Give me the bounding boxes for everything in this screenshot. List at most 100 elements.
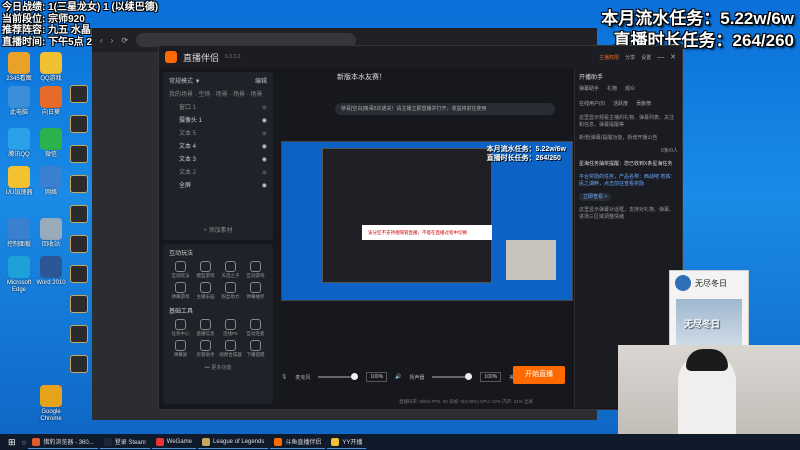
mic-percent[interactable]: 100% [366, 372, 388, 382]
lol-icon[interactable] [70, 175, 88, 193]
desktop-shortcut[interactable]: 2345看图 [2, 52, 36, 83]
tool-label: 互动游戏 [246, 273, 265, 278]
speaker-percent[interactable]: 100% [480, 372, 502, 382]
tab-online-users[interactable]: 在线用户(0) [579, 100, 605, 107]
basic-tool[interactable]: 互动连麦 [244, 319, 267, 337]
source-item[interactable]: 文本 2 ◉ [169, 167, 267, 180]
tool-icon [250, 261, 261, 272]
taskbar-item[interactable]: YY开播 [327, 435, 367, 449]
source-item[interactable]: 全屏 ◉ [169, 180, 267, 193]
close-icon[interactable]: ✕ [670, 53, 676, 61]
source-item[interactable]: 窗口 1 ◉ [169, 102, 267, 115]
interact-tool[interactable]: 天选之子 [219, 261, 242, 279]
lol-icon[interactable] [70, 325, 88, 343]
view-now-button[interactable]: 立即查看 > [579, 193, 612, 201]
tab-activity[interactable]: 活跃度 [613, 100, 628, 107]
desktop-shortcut[interactable]: 腾讯QQ [2, 128, 36, 159]
source-item[interactable]: 文本 5 ◉ [169, 128, 267, 141]
taskbar-item[interactable]: 登录 Steam [99, 435, 150, 449]
basic-tool[interactable]: 房管助手 [194, 340, 217, 358]
lol-icon[interactable] [70, 265, 88, 283]
speaker-slider-knob[interactable] [465, 373, 473, 380]
interact-tool[interactable]: 模型游戏 [194, 261, 217, 279]
mic-icon[interactable]: 🎙 [281, 374, 287, 380]
desktop-shortcut[interactable]: 回收站 [34, 218, 68, 249]
search-icon[interactable]: ○ [22, 438, 27, 447]
visibility-icon[interactable]: ◉ [262, 102, 267, 115]
desktop-shortcut[interactable]: Google Chrome [34, 385, 68, 423]
settings-button[interactable]: 设置 [641, 54, 651, 61]
host-permission-button[interactable]: 主播权限 [599, 54, 619, 61]
back-icon[interactable]: ‹ [100, 36, 103, 45]
visibility-icon[interactable]: ◉ [262, 167, 267, 180]
speaker-slider[interactable] [432, 373, 473, 380]
basic-tool[interactable]: 视频合成器 [219, 340, 242, 358]
lol-icon[interactable] [70, 295, 88, 313]
tab-gift[interactable]: 礼物 [607, 85, 617, 92]
lol-icon[interactable] [70, 145, 88, 163]
lol-icon[interactable] [70, 355, 88, 373]
desktop-shortcut[interactable]: 向日葵 [34, 86, 68, 117]
start-stream-button[interactable]: 开始直播 [513, 366, 565, 384]
basic-tool[interactable]: 连线PK [219, 319, 242, 337]
app-icon [8, 256, 30, 278]
visibility-icon[interactable]: ◉ [262, 154, 267, 167]
interact-tool[interactable]: 弹幕抽奖 [244, 282, 267, 300]
desktop-shortcut[interactable]: 微信 [34, 128, 68, 159]
more-features-button[interactable]: ••• 更多功能 [169, 364, 267, 371]
lol-icon[interactable] [70, 205, 88, 223]
basic-tool[interactable]: 任务中心 [169, 319, 192, 337]
mic-slider[interactable] [318, 373, 359, 380]
basic-tool[interactable]: 弹幕屏 [169, 340, 192, 358]
taskbar-item[interactable]: 猎豹浏览器 - 360... [28, 435, 98, 449]
scene-tabs[interactable]: 我的场景 · 空场 · 场景 · 场景 · 场景 [169, 89, 267, 102]
scene-panel: 常规模式 ▼ 编辑 我的场景 · 空场 · 场景 · 场景 · 场景 窗口 1 ◉… [163, 72, 273, 240]
speaker-icon[interactable]: 🔊 [395, 374, 401, 380]
lol-icon[interactable] [70, 85, 88, 103]
desktop-shortcut[interactable]: 网络 [34, 166, 68, 197]
interact-tool[interactable]: 弹幕游戏 [169, 282, 192, 300]
visibility-icon[interactable]: ◉ [262, 180, 267, 193]
desktop-shortcut[interactable]: QQ游戏 [34, 52, 68, 83]
edit-button[interactable]: 编辑 [255, 76, 267, 89]
taskbar-item[interactable]: 斗鱼直播伴侣 [270, 435, 326, 449]
taskbar-item[interactable]: League of Legends [198, 435, 269, 449]
tab-contribution[interactable]: 贡献榜 [636, 100, 651, 107]
lol-icon[interactable] [70, 115, 88, 133]
tool-label: 粉丝助力 [221, 294, 240, 299]
visibility-icon[interactable]: ◉ [262, 128, 267, 141]
mic-slider-knob[interactable] [351, 373, 359, 380]
interact-tool[interactable]: 粉丝助力 [219, 282, 242, 300]
stream-title[interactable]: 新版本水友赛！ [337, 72, 386, 82]
tab-danmu[interactable]: 弹幕助手 [579, 85, 599, 92]
start-icon[interactable]: ⊞ [4, 437, 20, 448]
visibility-icon[interactable]: ◉ [262, 115, 267, 128]
basic-tool[interactable]: 直播信息 [194, 319, 217, 337]
interact-tool[interactable]: 互动玩法 [169, 261, 192, 279]
source-item[interactable]: 摄像头 1 ◉ [169, 115, 267, 128]
reload-icon[interactable]: ⟳ [121, 36, 128, 45]
share-button[interactable]: 分享 [625, 54, 635, 61]
desktop-shortcut[interactable]: 控制面板 [2, 218, 36, 249]
source-item[interactable]: 文本 3 ◉ [169, 154, 267, 167]
desktop-shortcut[interactable]: Word 2010 [34, 256, 68, 287]
tab-audience[interactable]: 观众 [625, 85, 635, 92]
speaker-label: 扬声器 [409, 374, 425, 381]
minimize-icon[interactable]: — [657, 54, 664, 61]
lol-shortcut-strip [70, 85, 92, 405]
basic-tool[interactable]: 下播提醒 [244, 340, 267, 358]
taskbar-item[interactable]: WeGame [151, 435, 196, 449]
desktop-shortcut[interactable]: 此电脑 [2, 86, 36, 117]
add-source-button[interactable]: + 添加素材 [163, 225, 273, 234]
stream-preview: 本月流水任务：5.22w/6w 直播时长任务：264/260 该分区不支持相隔管… [281, 141, 573, 301]
desktop-shortcut[interactable]: Microsoft Edge [2, 256, 36, 294]
lol-icon[interactable] [70, 235, 88, 253]
mode-select[interactable]: 常规模式 ▼ [169, 76, 201, 89]
source-item[interactable]: 文本 4 ◉ [169, 141, 267, 154]
interact-tool[interactable]: 互动游戏 [244, 261, 267, 279]
forward-icon[interactable]: › [111, 36, 114, 45]
app-icon [40, 128, 62, 150]
interact-tool[interactable]: 主播乐园 [194, 282, 217, 300]
visibility-icon[interactable]: ◉ [262, 141, 267, 154]
desktop-shortcut[interactable]: UU加速器 [2, 166, 36, 197]
